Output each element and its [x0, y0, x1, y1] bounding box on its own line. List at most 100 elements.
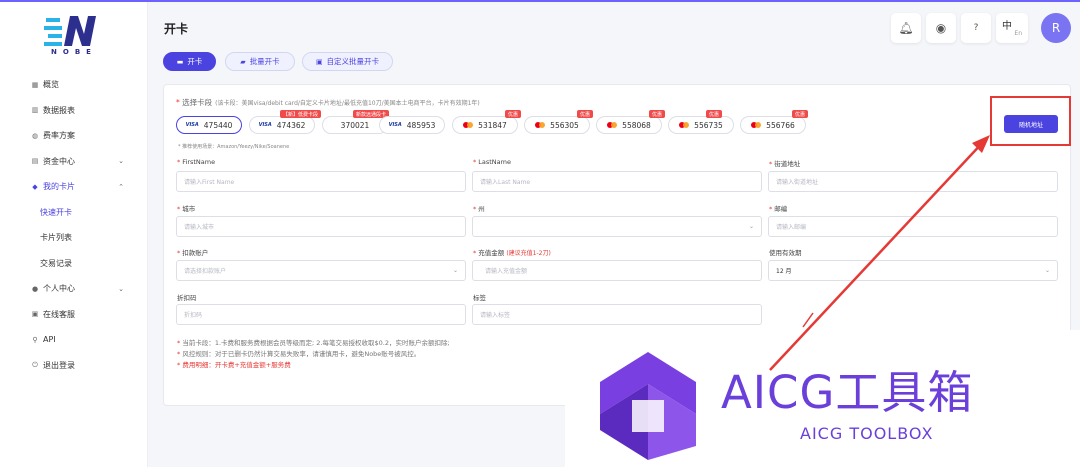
sidebar-item-label: 费率方案: [43, 131, 75, 141]
tag-field[interactable]: 请输入标签: [472, 304, 762, 325]
note-cost-breakdown: * 费用明细：开卡费+充值金额+服务费: [177, 361, 291, 369]
sidebar-subitem-card-list[interactable]: 卡片列表: [0, 225, 148, 251]
state-select[interactable]: ⌄: [472, 216, 762, 237]
sidebar-item-label: 个人中心: [43, 284, 75, 294]
amount-label: * 充值金额 (建议充值1-2刀): [473, 249, 551, 257]
api-icon: ⚲: [32, 335, 38, 344]
avatar[interactable]: R: [1041, 13, 1071, 43]
notification-button[interactable]: 🔔︎: [891, 13, 921, 43]
segment-number: 485953: [406, 120, 436, 130]
logo-text: NOBE: [51, 48, 97, 56]
sidebar-item-label: 资金中心: [43, 156, 75, 166]
visa-icon: VISA: [185, 122, 199, 128]
chevron-down-icon: ⌄: [748, 223, 754, 230]
segment-tag: 优惠: [792, 110, 809, 118]
segment-option-558068[interactable]: 558068: [596, 116, 662, 134]
chat-button[interactable]: ◉: [926, 13, 956, 43]
sidebar-item-label: 数据报表: [43, 105, 75, 115]
firstname-label: * FirstName: [177, 158, 216, 166]
language-switch-button[interactable]: 中 En: [996, 13, 1028, 43]
sidebar-item-profile[interactable]: ● 个人中心 ⌄: [0, 276, 148, 302]
segment-tag: 【新】低费卡段: [280, 110, 322, 118]
sidebar-item-rates[interactable]: ◍ 费率方案: [0, 123, 148, 149]
discount-label: 折扣码: [177, 294, 197, 302]
chevron-down-icon: ⌄: [118, 284, 124, 293]
help-icon: ?: [973, 23, 979, 33]
sidebar-item-overview[interactable]: ▦ 概览: [0, 72, 148, 98]
zip-field[interactable]: 请输入邮编: [768, 216, 1058, 237]
visa-icon: VISA: [258, 122, 272, 128]
mastercard-icon: [607, 122, 618, 128]
tab-label: 开卡: [187, 57, 203, 66]
city-field[interactable]: 请输入城市: [176, 216, 466, 237]
support-icon: ▣: [31, 310, 39, 319]
chevron-up-icon: ⌃: [118, 182, 124, 191]
sidebar-subitem-quick-open[interactable]: 快速开卡: [0, 200, 148, 226]
sidebar-item-label: 我的卡片: [43, 182, 75, 192]
validity-select[interactable]: 12 月 ⌄: [768, 260, 1058, 281]
segment-hint: (该卡段：美国visa/debit card/自定义卡片地址/最低充值10刀/美…: [215, 100, 480, 107]
chat-icon: ◉: [935, 21, 947, 35]
mastercard-icon: [463, 122, 474, 128]
street-address-field[interactable]: 请输入街道地址: [768, 171, 1058, 192]
segment-number: 556766: [766, 120, 795, 130]
segment-number: 474362: [276, 120, 306, 130]
state-label: * 州: [473, 205, 485, 213]
mastercard-icon: [751, 122, 762, 128]
firstname-field[interactable]: 请输入First Name: [176, 171, 466, 192]
segment-number: 556305: [550, 120, 579, 130]
mastercard-icon: [535, 122, 546, 128]
sidebar-item-support[interactable]: ▣ 在线客服: [0, 302, 148, 328]
segment-option-474362[interactable]: VISA 474362: [249, 116, 315, 134]
tab-batch-open[interactable]: ▰ 批量开卡: [225, 52, 295, 71]
sidebar-item-label: 在线客服: [43, 309, 75, 319]
custom-card-icon: ▣: [315, 57, 323, 66]
segment-tag: 优惠: [649, 110, 666, 118]
city-label: * 城市: [177, 205, 196, 213]
segment-tag: 优惠: [505, 110, 522, 118]
segment-label-text: 选择卡段: [182, 98, 213, 107]
top-accent-line: [0, 0, 1080, 2]
segment-tag: 优惠: [577, 110, 594, 118]
sidebar-item-api[interactable]: ⚲ API: [0, 327, 148, 353]
sidebar-item-label: 概览: [43, 80, 59, 90]
segment-option-556766[interactable]: 556766: [740, 116, 806, 134]
help-button[interactable]: ?: [961, 13, 991, 43]
chevron-down-icon: ⌄: [452, 267, 458, 274]
tab-label: 自定义批量开卡: [326, 57, 380, 66]
account-select[interactable]: 请选择扣款账户 ⌄: [176, 260, 466, 281]
segment-number: 558068: [622, 120, 651, 130]
chart-icon: ▦: [31, 80, 39, 89]
segment-option-556735[interactable]: 556735: [668, 116, 734, 134]
sidebar-nav: ▦ 概览 ▥ 数据报表 ◍ 费率方案 ▤ 资金中心 ⌄ ◆ 我的卡片 ⌃ 快速开卡 卡片列表 …: [0, 72, 148, 378]
sidebar-item-logout[interactable]: ⏻ 退出登录: [0, 353, 148, 379]
random-address-button[interactable]: 随机地址: [1004, 115, 1058, 133]
sidebar: NOBE ▦ 概览 ▥ 数据报表 ◍ 费率方案 ▤ 资金中心 ⌄ ◆ 我的卡片 ⌃ 快速开卡 …: [0, 2, 148, 467]
chevron-down-icon: ⌄: [118, 157, 124, 166]
rate-icon: ◍: [31, 131, 39, 140]
segment-option-556305[interactable]: 556305: [524, 116, 590, 134]
segment-option-485953[interactable]: VISA 485953: [379, 116, 445, 134]
tab-custom-batch-open[interactable]: ▣ 自定义批量开卡: [302, 52, 393, 71]
card-icon: ▬: [176, 57, 184, 66]
segment-number: 370021: [340, 120, 370, 130]
sidebar-item-funds[interactable]: ▤ 资金中心 ⌄: [0, 149, 148, 175]
lastname-label: * LastName: [473, 158, 511, 166]
sidebar-item-my-cards[interactable]: ◆ 我的卡片 ⌃: [0, 174, 148, 200]
lang-en-label: En: [1014, 30, 1022, 37]
amount-field[interactable]: 请输入充值金额: [472, 260, 762, 281]
mastercard-icon: [679, 122, 690, 128]
tag-label: 标签: [473, 294, 486, 302]
account-label: * 扣款账户: [177, 249, 209, 257]
tab-open-card[interactable]: ▬ 开卡: [163, 52, 216, 71]
segment-option-531847[interactable]: 531847: [452, 116, 518, 134]
lastname-field[interactable]: 请输入Last Name: [472, 171, 762, 192]
zip-label: * 邮编: [769, 205, 788, 213]
discount-code-field[interactable]: 折扣码: [176, 304, 466, 325]
sidebar-item-reports[interactable]: ▥ 数据报表: [0, 98, 148, 124]
sidebar-subitem-transactions[interactable]: 交易记录: [0, 251, 148, 277]
street-label: * 街道地址: [769, 160, 801, 168]
aicg-logo-icon: [600, 352, 696, 460]
sidebar-item-label: API: [43, 335, 56, 345]
segment-option-475440[interactable]: VISA 475440: [176, 116, 242, 134]
